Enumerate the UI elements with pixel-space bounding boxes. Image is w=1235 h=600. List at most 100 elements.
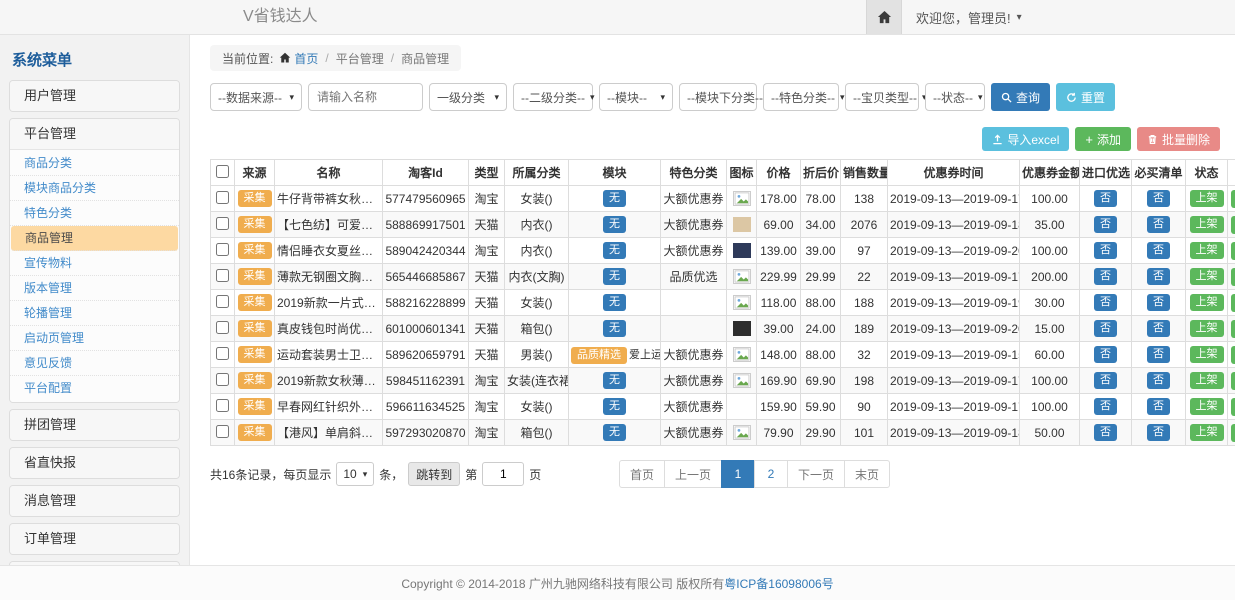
sidebar-item-轮播管理[interactable]: 轮播管理 bbox=[10, 301, 179, 326]
row-checkbox[interactable] bbox=[216, 399, 229, 412]
filter-select-一级分类[interactable]: 一级分类▾ bbox=[429, 83, 507, 111]
must-buy-toggle[interactable]: 否 bbox=[1147, 372, 1170, 389]
per-page-select[interactable]: 10 ▾ bbox=[336, 462, 374, 486]
page-button-首页[interactable]: 首页 bbox=[619, 460, 665, 488]
row-checkbox[interactable] bbox=[216, 425, 229, 438]
filter-name-input[interactable] bbox=[308, 83, 423, 111]
jump-button[interactable]: 跳转到 bbox=[408, 462, 460, 486]
edit-button[interactable] bbox=[1231, 294, 1235, 312]
sidebar-item-意见反馈[interactable]: 意见反馈 bbox=[10, 351, 179, 376]
status-badge[interactable]: 上架 bbox=[1190, 346, 1224, 363]
status-badge[interactable]: 上架 bbox=[1190, 294, 1224, 311]
filter-data-source-select[interactable]: --数据来源--▾ bbox=[210, 83, 302, 111]
reset-button[interactable]: 重置 bbox=[1056, 83, 1115, 111]
must-buy-toggle[interactable]: 否 bbox=[1147, 294, 1170, 311]
broken-image-icon bbox=[734, 270, 750, 283]
sidebar-item-商品管理[interactable]: 商品管理 bbox=[11, 226, 178, 251]
filter-select-二级分类[interactable]: --二级分类--▾ bbox=[513, 83, 593, 111]
must-buy-toggle[interactable]: 否 bbox=[1147, 216, 1170, 233]
filter-select-模块[interactable]: --模块--▾ bbox=[599, 83, 673, 111]
must-buy-toggle[interactable]: 否 bbox=[1147, 424, 1170, 441]
import-select-toggle[interactable]: 否 bbox=[1094, 294, 1117, 311]
import-select-toggle[interactable]: 否 bbox=[1094, 242, 1117, 259]
status-badge[interactable]: 上架 bbox=[1190, 424, 1224, 441]
import-select-toggle[interactable]: 否 bbox=[1094, 424, 1117, 441]
sidebar-item-启动页管理[interactable]: 启动页管理 bbox=[10, 326, 179, 351]
table-row: 采集早春网红针织外套女春...596611634525淘宝女装()无大额优惠券1… bbox=[211, 394, 1235, 420]
page-button-2[interactable]: 2 bbox=[754, 460, 788, 488]
sidebar-group-消息管理[interactable]: 消息管理 bbox=[10, 486, 179, 516]
edit-button[interactable] bbox=[1231, 398, 1235, 416]
import-excel-button[interactable]: 导入excel bbox=[982, 127, 1069, 151]
edit-button[interactable] bbox=[1231, 242, 1235, 260]
page-number-input[interactable] bbox=[482, 462, 524, 486]
sidebar-group-省直快报[interactable]: 省直快报 bbox=[10, 448, 179, 478]
page-button-下一页[interactable]: 下一页 bbox=[787, 460, 845, 488]
edit-button[interactable] bbox=[1231, 190, 1235, 208]
status-badge[interactable]: 上架 bbox=[1190, 320, 1224, 337]
sidebar-group-订单管理[interactable]: 订单管理 bbox=[10, 524, 179, 554]
row-checkbox[interactable] bbox=[216, 321, 229, 334]
filter-select-模块下分类[interactable]: --模块下分类--▾ bbox=[679, 83, 757, 111]
must-buy-toggle[interactable]: 否 bbox=[1147, 398, 1170, 415]
sidebar-item-商品分类[interactable]: 商品分类 bbox=[10, 151, 179, 176]
status-badge[interactable]: 上架 bbox=[1190, 190, 1224, 207]
row-checkbox[interactable] bbox=[216, 295, 229, 308]
status-badge[interactable]: 上架 bbox=[1190, 398, 1224, 415]
page-button-1[interactable]: 1 bbox=[721, 460, 755, 488]
table-row: 采集牛仔背带裤女秋装减龄...577479560965淘宝女装()无大额优惠券1… bbox=[211, 186, 1235, 212]
row-checkbox[interactable] bbox=[216, 269, 229, 282]
column-header-名称: 名称 bbox=[275, 160, 383, 186]
status-badge[interactable]: 上架 bbox=[1190, 268, 1224, 285]
page-button-末页[interactable]: 末页 bbox=[844, 460, 890, 488]
breadcrumb-home-link[interactable]: 首页 bbox=[294, 50, 318, 67]
sidebar-item-平台配置[interactable]: 平台配置 bbox=[10, 376, 179, 401]
edit-button[interactable] bbox=[1231, 346, 1235, 364]
row-checkbox[interactable] bbox=[216, 347, 229, 360]
must-buy-toggle[interactable]: 否 bbox=[1147, 320, 1170, 337]
batch-delete-button[interactable]: 批量删除 bbox=[1137, 127, 1220, 151]
page-button-上一页[interactable]: 上一页 bbox=[664, 460, 722, 488]
search-button[interactable]: 查询 bbox=[991, 83, 1050, 111]
sidebar-item-宣传物料[interactable]: 宣传物料 bbox=[10, 251, 179, 276]
import-select-toggle[interactable]: 否 bbox=[1094, 398, 1117, 415]
filter-select-状态[interactable]: --状态--▾ bbox=[925, 83, 985, 111]
row-checkbox[interactable] bbox=[216, 217, 229, 230]
edit-button[interactable] bbox=[1231, 424, 1235, 442]
status-badge[interactable]: 上架 bbox=[1190, 372, 1224, 389]
status-badge[interactable]: 上架 bbox=[1190, 216, 1224, 233]
row-checkbox[interactable] bbox=[216, 243, 229, 256]
filter-select-宝贝类型[interactable]: --宝贝类型--▾ bbox=[845, 83, 919, 111]
must-buy-toggle[interactable]: 否 bbox=[1147, 346, 1170, 363]
sidebar-item-版本管理[interactable]: 版本管理 bbox=[10, 276, 179, 301]
icp-link[interactable]: 粤ICP备16098006号 bbox=[724, 575, 833, 592]
product-category: 女装(连衣裙) bbox=[505, 368, 569, 394]
must-buy-toggle[interactable]: 否 bbox=[1147, 190, 1170, 207]
sidebar-item-特色分类[interactable]: 特色分类 bbox=[10, 201, 179, 226]
import-select-toggle[interactable]: 否 bbox=[1094, 372, 1117, 389]
select-all-checkbox[interactable] bbox=[216, 165, 229, 178]
must-buy-toggle[interactable]: 否 bbox=[1147, 268, 1170, 285]
sidebar-group-拼团管理[interactable]: 拼团管理 bbox=[10, 410, 179, 440]
product-name: 薄款无钢圈文胸聚拢性... bbox=[275, 264, 383, 290]
edit-button[interactable] bbox=[1231, 320, 1235, 338]
must-buy-toggle[interactable]: 否 bbox=[1147, 242, 1170, 259]
edit-button[interactable] bbox=[1231, 216, 1235, 234]
row-checkbox[interactable] bbox=[216, 191, 229, 204]
row-checkbox[interactable] bbox=[216, 373, 229, 386]
import-select-toggle[interactable]: 否 bbox=[1094, 268, 1117, 285]
edit-button[interactable] bbox=[1231, 372, 1235, 390]
sidebar-item-模块商品分类[interactable]: 模块商品分类 bbox=[10, 176, 179, 201]
import-select-toggle[interactable]: 否 bbox=[1094, 216, 1117, 233]
edit-button[interactable] bbox=[1231, 268, 1235, 286]
home-button[interactable] bbox=[866, 0, 902, 34]
user-menu[interactable]: 欢迎您，管理员! ▾ bbox=[902, 0, 1036, 34]
status-badge[interactable]: 上架 bbox=[1190, 242, 1224, 259]
import-select-toggle[interactable]: 否 bbox=[1094, 320, 1117, 337]
import-select-toggle[interactable]: 否 bbox=[1094, 346, 1117, 363]
sidebar-group-平台管理[interactable]: 平台管理 bbox=[10, 119, 179, 149]
add-button[interactable]: + 添加 bbox=[1075, 127, 1131, 151]
filter-select-特色分类[interactable]: --特色分类--▾ bbox=[763, 83, 839, 111]
sidebar-group-用户管理[interactable]: 用户管理 bbox=[10, 81, 179, 111]
import-select-toggle[interactable]: 否 bbox=[1094, 190, 1117, 207]
